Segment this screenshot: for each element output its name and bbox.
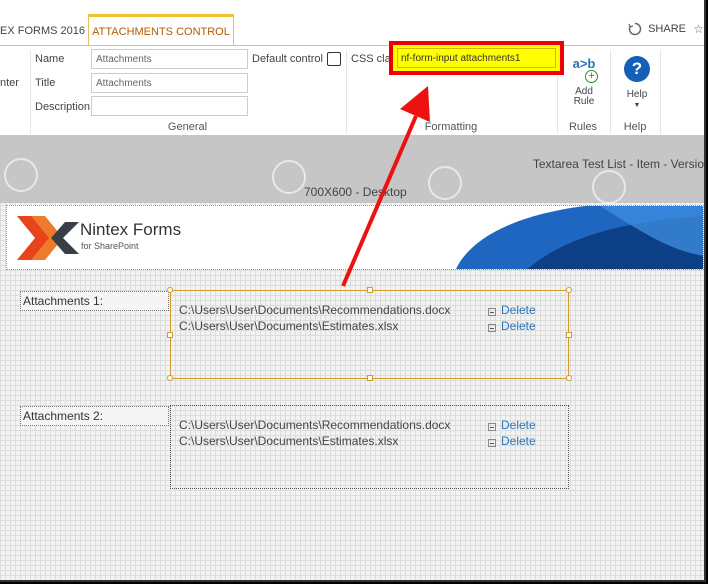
delete-icon[interactable] [488, 308, 496, 316]
watermark-icon [428, 166, 462, 200]
delete-link[interactable]: Delete [501, 319, 536, 333]
watermark-icon [272, 160, 306, 194]
group-help-label: Help [623, 121, 647, 133]
attachment-file-path: C:\Users\User\Documents\Recommendations.… [179, 303, 451, 317]
device-layout-title: 700X600 - Desktop [304, 185, 407, 199]
group-rules-label: Rules [568, 121, 598, 133]
share-label: SHARE [648, 23, 686, 35]
add-rule-button[interactable]: a>b + Add Rule [563, 57, 605, 107]
follow-star-icon[interactable]: ☆ [693, 22, 704, 36]
attachments-2-label[interactable]: Attachments 2: [20, 406, 169, 426]
logo-subtitle: for SharePoint [81, 241, 139, 251]
css-class-highlight: nf-form-input attachments1 [389, 41, 564, 75]
delete-icon[interactable] [488, 439, 496, 447]
header-banner-graphic [456, 206, 703, 269]
dropdown-arrow-icon: ▼ [633, 102, 641, 109]
group-formatting-label: Formatting [424, 121, 478, 133]
attachments-1-label[interactable]: Attachments 1: [20, 291, 169, 311]
add-rule-label: Add Rule [573, 86, 595, 107]
resize-handle[interactable] [367, 287, 373, 293]
delete-link[interactable]: Delete [501, 434, 536, 448]
watermark-icon [4, 158, 38, 192]
group-general-label: General [167, 121, 208, 133]
resize-handle[interactable] [367, 375, 373, 381]
watermark-icon [592, 170, 626, 204]
delete-link[interactable]: Delete [501, 418, 536, 432]
resize-handle[interactable] [167, 332, 173, 338]
description-label: Description [35, 101, 91, 113]
help-button[interactable]: ? Help ▼ [617, 56, 657, 111]
attachments-2-control[interactable]: C:\Users\User\Documents\Recommendations.… [170, 405, 569, 489]
delete-link[interactable]: Delete [501, 303, 536, 317]
attachments-1-control[interactable]: C:\Users\User\Documents\Recommendations.… [170, 290, 569, 379]
attachment-file-path: C:\Users\User\Documents\Estimates.xlsx [179, 434, 399, 448]
name-label: Name [35, 53, 65, 65]
share-icon [628, 22, 642, 36]
default-control-label: Default control [252, 53, 323, 65]
divider [660, 50, 661, 134]
attachment-file-path: C:\Users\User\Documents\Estimates.xlsx [179, 319, 399, 333]
description-field[interactable] [91, 96, 248, 116]
add-rule-icon: a>b + [563, 57, 605, 85]
nintex-logo-icon [17, 216, 79, 260]
list-title: Textarea Test List - Item - Versio [532, 157, 704, 171]
help-label: Help [626, 89, 648, 100]
default-control-checkbox[interactable] [327, 52, 341, 66]
title-field[interactable]: Attachments [91, 73, 248, 93]
share-button[interactable]: SHARE [628, 22, 686, 36]
help-icon: ? [624, 56, 650, 82]
delete-icon[interactable] [488, 423, 496, 431]
tab-attachments-control[interactable]: ATTACHMENTS CONTROL [88, 14, 234, 48]
attachment-file-path: C:\Users\User\Documents\Recommendations.… [179, 418, 451, 432]
tab-strip: EX FORMS 2016 ATTACHMENTS CONTROL SHARE … [0, 0, 704, 48]
resize-handle[interactable] [167, 287, 173, 293]
cut-off-label: nter [0, 77, 19, 89]
window: EX FORMS 2016 ATTACHMENTS CONTROL SHARE … [0, 0, 706, 582]
resize-handle[interactable] [566, 287, 572, 293]
ribbon: nter Name Attachments Title Attachments … [0, 45, 704, 136]
logo-brand: Nintex Forms [80, 220, 182, 239]
delete-icon[interactable] [488, 324, 496, 332]
tab-nintex-forms[interactable]: EX FORMS 2016 [0, 16, 86, 46]
resize-handle[interactable] [566, 375, 572, 381]
resize-handle[interactable] [167, 375, 173, 381]
name-field[interactable]: Attachments [91, 49, 248, 69]
title-label: Title [35, 77, 56, 89]
form-header[interactable]: Nintex Forms for SharePoint [6, 205, 704, 270]
css-class-field[interactable]: nf-form-input attachments1 [397, 48, 556, 68]
resize-handle[interactable] [566, 332, 572, 338]
